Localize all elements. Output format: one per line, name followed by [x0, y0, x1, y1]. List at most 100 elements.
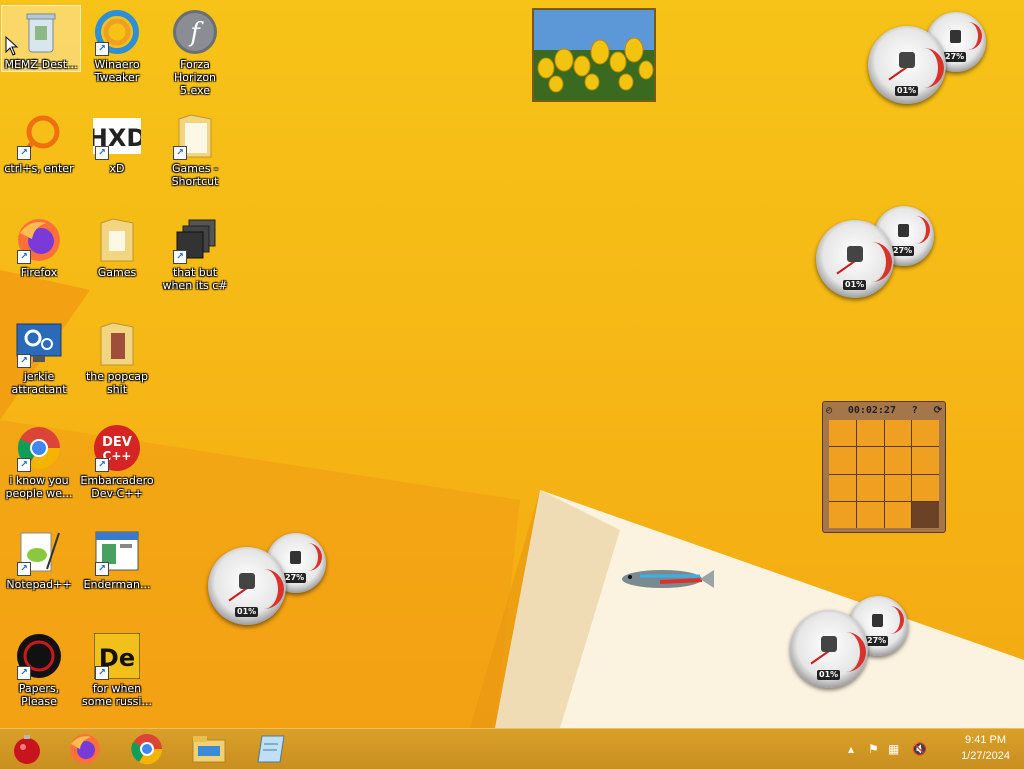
desktop-icon-ctrl-s[interactable]: ↗ ctrl+s, enter — [0, 110, 78, 175]
desktop-icon-enderman[interactable]: ↗ Enderman... — [78, 526, 156, 591]
icon-label: the popcap shit — [85, 370, 148, 396]
memory-chip-icon — [872, 614, 883, 627]
slideshow-gadget[interactable] — [532, 8, 656, 102]
puzzle-tile[interactable] — [829, 420, 856, 447]
shortcut-arrow-icon: ↗ — [17, 354, 31, 368]
puzzle-tile[interactable] — [884, 447, 912, 474]
cpu-meter-gadget[interactable]: 27% 01% — [208, 533, 332, 625]
taskbar-firefox-button[interactable] — [58, 731, 112, 767]
taskbar-notepad-button[interactable] — [244, 731, 298, 767]
cpu-gauge: 01% — [816, 220, 894, 298]
shuffle-icon[interactable]: ⟳ — [934, 405, 942, 416]
cpu-value: 01% — [235, 607, 259, 617]
desktop-icon-games[interactable]: Games — [78, 214, 156, 279]
icon-label: Games - Shortcut — [171, 162, 219, 188]
memory-chip-icon — [950, 30, 961, 43]
desktop-icon-for-when[interactable]: De ↗ for when some russi... — [78, 630, 156, 708]
desktop-icon-devcpp[interactable]: DEV C++ ↗ Embarcadero Dev-C++ — [78, 422, 156, 500]
action-center-flag-icon[interactable]: ⚑ — [868, 742, 879, 756]
help-icon[interactable]: ? — [912, 405, 918, 416]
puzzle-tile[interactable] — [912, 420, 939, 447]
desktop-icon-notepadpp[interactable]: ↗ Notepad++ — [0, 526, 78, 591]
desktop-icon-popcap[interactable]: the popcap shit — [78, 318, 156, 396]
cpu-meter-gadget[interactable]: 27% 01% — [816, 206, 940, 298]
desktop-icon-i-know-you[interactable]: ↗ i know you people we... — [0, 422, 78, 500]
winaero-tweaker-icon: ↗ — [93, 8, 141, 56]
hxd-icon: HXD ↗ — [93, 112, 141, 160]
puzzle-tile[interactable] — [829, 447, 856, 474]
shortcut-arrow-icon: ↗ — [17, 562, 31, 576]
desktop-icon-winaero[interactable]: ↗ Winaero Tweaker — [78, 6, 156, 84]
icon-label: xD — [109, 162, 125, 175]
cpu-value: 01% — [817, 670, 841, 680]
memory-value: 27% — [865, 636, 889, 646]
puzzle-tile[interactable] — [912, 474, 939, 501]
desktop-icon-firefox[interactable]: ↗ Firefox — [0, 214, 78, 279]
puzzle-tile[interactable] — [856, 447, 884, 474]
puzzle-tile[interactable] — [856, 501, 884, 528]
puzzle-tile[interactable] — [884, 420, 912, 447]
folder-icon: ↗ — [171, 112, 219, 160]
folder-icon — [93, 216, 141, 264]
taskbar-file-explorer-button[interactable] — [182, 731, 236, 767]
puzzle-tile[interactable] — [884, 474, 912, 501]
shortcut-arrow-icon: ↗ — [173, 250, 187, 264]
desktop-icon-games-shortcut[interactable]: ↗ Games - Shortcut — [156, 110, 234, 188]
clock[interactable]: 9:41 PM 1/27/2024 — [961, 732, 1010, 764]
desktop[interactable]: MEMZ-Dest... ↗ Winaero Tweaker f Forza H… — [0, 0, 1024, 728]
puzzle-tile[interactable] — [912, 447, 939, 474]
chrome-icon — [131, 734, 163, 765]
desktop-icon-that-but-csharp[interactable]: ↗ that but when its c# — [156, 214, 234, 292]
desktop-icon-jerkie[interactable]: ↗ jerkie attractant — [0, 318, 78, 396]
taskbar-chrome-button[interactable] — [120, 731, 174, 767]
cpu-meter-gadget[interactable]: 27% 01% — [790, 596, 914, 688]
icon-label: Embarcadero Dev-C++ — [80, 474, 154, 500]
volume-muted-icon[interactable]: 🔇 — [912, 742, 927, 756]
clock-date: 1/27/2024 — [961, 750, 1010, 762]
cpu-gauge: 01% — [868, 26, 946, 104]
icon-label: i know you people we... — [5, 474, 73, 500]
puzzle-tile[interactable] — [829, 501, 856, 528]
puzzle-tile[interactable] — [829, 474, 856, 501]
puzzle-timer: 00:02:27 — [847, 404, 896, 416]
start-button[interactable] — [0, 731, 54, 767]
de-app-icon: De ↗ — [93, 632, 141, 680]
cpu-gauge: 01% — [790, 610, 868, 688]
icon-label: Firefox — [20, 266, 58, 279]
fish-icon[interactable] — [620, 564, 716, 594]
shortcut-arrow-icon: ↗ — [17, 458, 31, 472]
desktop-icon-forza[interactable]: f Forza Horizon 5.exe — [156, 6, 234, 97]
memory-chip-icon — [290, 551, 301, 564]
shortcut-arrow-icon: ↗ — [95, 146, 109, 160]
desktop-icon-papers-please[interactable]: ↗ Papers, Please — [0, 630, 78, 708]
papers-please-icon: ↗ — [15, 632, 63, 680]
cpu-chip-icon — [239, 573, 255, 589]
show-hidden-icons-icon[interactable]: ▴ — [848, 742, 854, 756]
cpu-value: 01% — [843, 280, 867, 290]
shortcut-arrow-icon: ↗ — [95, 458, 109, 472]
tulips-photo — [534, 10, 654, 100]
puzzle-tile[interactable] — [856, 420, 884, 447]
memory-value: 27% — [283, 573, 307, 583]
puzzle-tile[interactable] — [856, 474, 884, 501]
cpu-value: 01% — [895, 86, 919, 96]
shortcut-arrow-icon: ↗ — [95, 42, 109, 56]
timer-clock-icon[interactable]: ◴ — [826, 405, 832, 416]
network-icon[interactable]: ▦ — [888, 742, 899, 756]
icon-label: MEMZ-Dest... — [4, 58, 78, 71]
icon-label: jerkie attractant — [11, 370, 67, 396]
puzzle-tile[interactable] — [884, 501, 912, 528]
cpu-meter-gadget[interactable]: 27% 01% — [868, 12, 992, 104]
recycle-bin-icon — [17, 8, 65, 56]
notepad-icon — [257, 735, 285, 763]
svg-text:DEV: DEV — [102, 435, 132, 450]
cpu-gauge: 01% — [208, 547, 286, 625]
picture-puzzle-gadget[interactable]: ◴ 00:02:27 ? ⟳ — [822, 401, 946, 533]
folder-icon — [93, 320, 141, 368]
firefox-icon — [70, 734, 100, 764]
shortcut-arrow-icon: ↗ — [17, 250, 31, 264]
desktop-icon-xd[interactable]: HXD ↗ xD — [78, 110, 156, 175]
mouse-cursor-icon — [5, 36, 19, 56]
puzzle-empty-slot[interactable] — [912, 501, 939, 528]
icon-label: for when some russi... — [82, 682, 152, 708]
